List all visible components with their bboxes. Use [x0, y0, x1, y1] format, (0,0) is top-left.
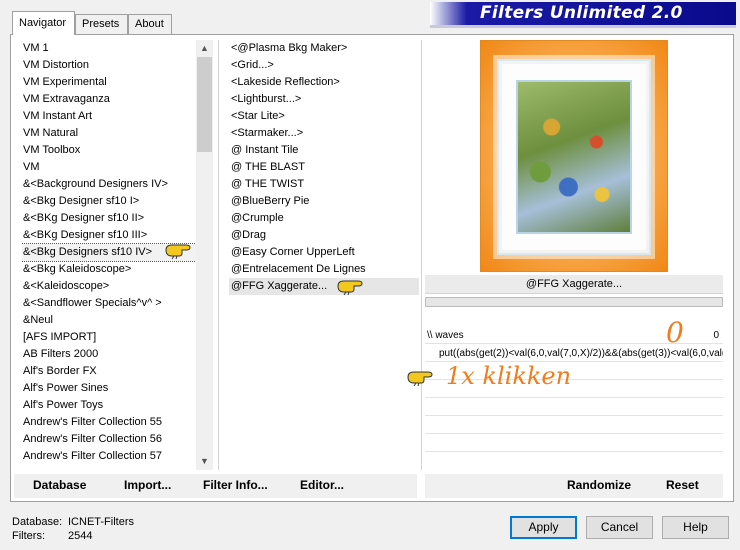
category-item[interactable]: [AFS IMPORT]	[22, 329, 196, 346]
filter-item[interactable]: @BlueBerry Pie	[229, 193, 419, 210]
status-database-label: Database:	[12, 516, 63, 528]
category-item[interactable]: Alf's Power Toys	[22, 397, 196, 414]
category-item[interactable]: VM Toolbox	[22, 142, 196, 159]
category-item[interactable]: Andrew's Filter Collection 57	[22, 448, 196, 465]
preview-image	[480, 40, 668, 272]
filter-item[interactable]: @Entrelacement De Lignes	[229, 261, 419, 278]
filter-info-button[interactable]: Filter Info...	[203, 478, 268, 492]
category-item[interactable]: &<Sandflower Specials^v^ >	[22, 295, 196, 312]
randomize-button[interactable]: Randomize	[567, 478, 631, 492]
filter-item[interactable]: <Lightburst...>	[229, 91, 419, 108]
reset-button[interactable]: Reset	[666, 478, 699, 492]
import-button[interactable]: Import...	[124, 478, 171, 492]
category-item[interactable]: Alf's Border FX	[22, 363, 196, 380]
category-item[interactable]: VM Natural	[22, 125, 196, 142]
preview-frame	[499, 61, 649, 253]
category-item[interactable]: &Neul	[22, 312, 196, 329]
category-item[interactable]: &<BKg Designer sf10 II>	[22, 210, 196, 227]
category-item[interactable]: Andrew's Filter Collection 56	[22, 431, 196, 448]
status-filters-label: Filters:	[12, 530, 45, 542]
param-empty-row	[425, 417, 723, 434]
status-filters-value: 2544	[68, 530, 93, 542]
preview-filter-label: @FFG Xaggerate...	[425, 275, 723, 294]
pointing-hand-icon	[165, 244, 191, 260]
progress-bar	[425, 297, 723, 307]
filter-item[interactable]: @Easy Corner UpperLeft	[229, 244, 419, 261]
category-scrollbar[interactable]: ▲ ▼	[196, 40, 213, 470]
tab-about[interactable]: About	[128, 14, 172, 34]
category-item[interactable]: VM Distortion	[22, 57, 196, 74]
category-item[interactable]: Alf's Power Sines	[22, 380, 196, 397]
category-item[interactable]: &<Kaleidoscope>	[22, 278, 196, 295]
filter-item[interactable]: <Starmaker...>	[229, 125, 419, 142]
help-button[interactable]: Help	[662, 516, 729, 539]
filter-item[interactable]: @Crumple	[229, 210, 419, 227]
preview-artwork	[516, 80, 632, 234]
filter-item[interactable]: @ THE TWIST	[229, 176, 419, 193]
filter-item[interactable]: <@Plasma Bkg Maker>	[229, 40, 419, 57]
category-item[interactable]: &<Bkg Kaleidoscope>	[22, 261, 196, 278]
status-database-value: ICNET-Filters	[68, 516, 134, 528]
param-empty-row	[425, 435, 723, 452]
apply-button[interactable]: Apply	[510, 516, 577, 539]
category-item[interactable]: VM Instant Art	[22, 108, 196, 125]
category-item[interactable]: VM Extravaganza	[22, 91, 196, 108]
editor-button[interactable]: Editor...	[300, 478, 344, 492]
filter-item[interactable]: @ Instant Tile	[229, 142, 419, 159]
scroll-thumb[interactable]	[197, 57, 212, 152]
category-item[interactable]: VM Experimental	[22, 74, 196, 91]
category-item[interactable]: AB Filters 2000	[22, 346, 196, 363]
column-divider	[218, 40, 219, 470]
tab-navigator[interactable]: Navigator	[12, 11, 75, 35]
filter-list[interactable]: <@Plasma Bkg Maker> <Grid...> <Lakeside Re…	[229, 40, 419, 300]
scroll-down-icon[interactable]: ▼	[196, 453, 213, 470]
filter-item[interactable]: <Lakeside Reflection>	[229, 74, 419, 91]
category-item[interactable]: Andrew's Filter Collection 55	[22, 414, 196, 431]
param-value: 0	[713, 330, 719, 341]
category-item[interactable]: &<Bkg Designer sf10 I>	[22, 193, 196, 210]
filter-item[interactable]: <Grid...>	[229, 57, 419, 74]
filter-item[interactable]: @ THE BLAST	[229, 159, 419, 176]
app-title: Filters Unlimited 2.0	[480, 3, 683, 23]
pointing-hand-icon	[337, 280, 363, 296]
annotation-zero: 0	[666, 316, 684, 349]
filter-item[interactable]: @Drag	[229, 227, 419, 244]
column-divider	[421, 40, 422, 470]
annotation-click-note: 1x klikken	[446, 362, 572, 390]
filter-item[interactable]: @FFG Xaggerate...	[229, 278, 419, 295]
filter-item[interactable]: <Star Lite>	[229, 108, 419, 125]
category-item[interactable]: VM 1	[22, 40, 196, 57]
cancel-button[interactable]: Cancel	[586, 516, 653, 539]
param-name: \\ waves	[427, 330, 464, 341]
param-empty-row	[425, 399, 723, 416]
database-button[interactable]: Database	[33, 478, 86, 492]
category-item[interactable]: &<Background Designers IV>	[22, 176, 196, 193]
scroll-up-icon[interactable]: ▲	[196, 40, 213, 57]
tab-presets[interactable]: Presets	[75, 14, 128, 34]
category-item[interactable]: VM	[22, 159, 196, 176]
